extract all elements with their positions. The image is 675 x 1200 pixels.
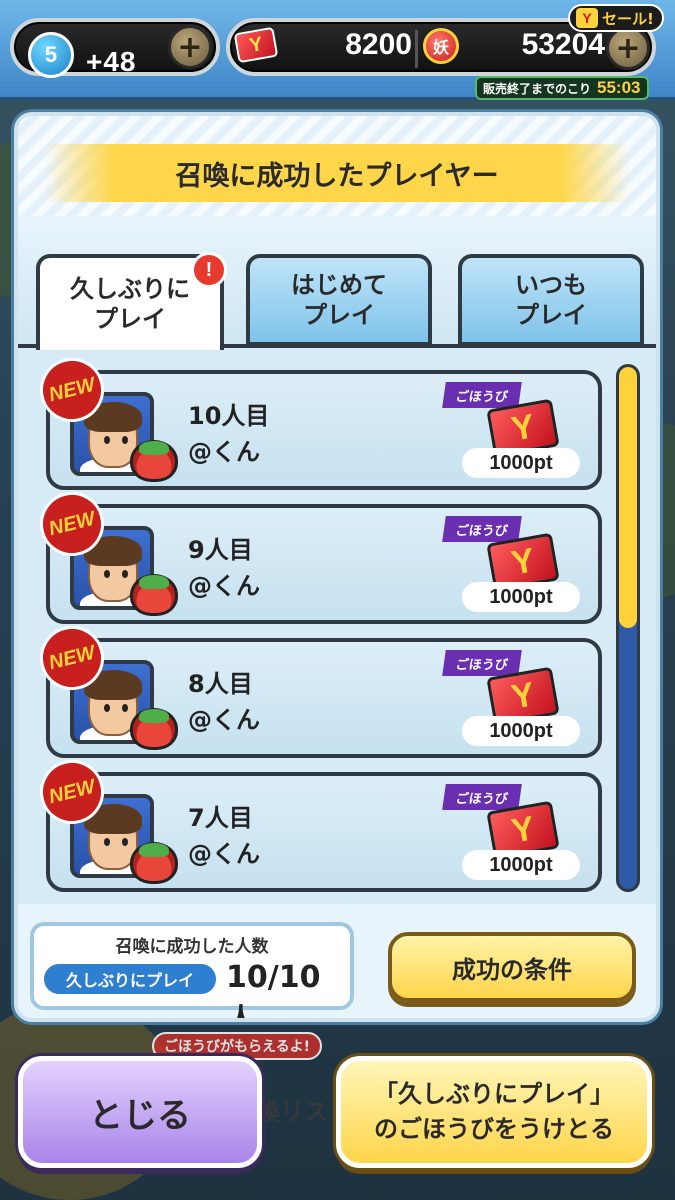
coin-value: 53204 <box>521 28 605 61</box>
tab-first-time-play[interactable]: はじめて プレイ <box>246 254 432 346</box>
level-bonus: +48 <box>86 46 137 77</box>
reward-points: 1000pt <box>462 850 580 880</box>
tab-label: 久しぶりに プレイ <box>70 275 190 333</box>
background-text: 喚リス <box>256 1098 328 1126</box>
reward-label: ごほうび <box>442 784 522 810</box>
monster-icon <box>130 574 178 616</box>
scrollbar-thumb[interactable] <box>619 367 637 628</box>
dialog-title: 召喚に成功したプレイヤー <box>175 160 499 192</box>
player-name: @くん <box>188 438 260 466</box>
sale-timer: 販売終了までのこり 55:03 <box>475 76 649 100</box>
tab-label: はじめて プレイ <box>291 271 387 329</box>
monster-icon <box>130 842 178 884</box>
monster-icon <box>130 440 178 482</box>
count-category: 久しぶりにプレイ <box>44 964 216 994</box>
conditions-button[interactable]: 成功の条件 <box>388 932 636 1002</box>
level-plus-button[interactable]: + <box>168 25 212 69</box>
reward-points: 1000pt <box>462 582 580 612</box>
level-pill: 5 +48 + <box>10 18 220 78</box>
top-status-bar: 5 +48 + Y 8200 妖 53204 + Y セール! 販売終了までのこ… <box>0 0 675 100</box>
close-button[interactable]: とじる <box>18 1056 262 1168</box>
reward-points: 1000pt <box>462 448 580 478</box>
sale-ticket-icon: Y <box>576 8 598 28</box>
sale-timer-label: 販売終了までのこり <box>483 81 592 96</box>
tab-label: いつも プレイ <box>515 271 587 329</box>
ticket-value: 8200 <box>345 28 412 61</box>
player-card[interactable]: NEW 7人目 @くん ごほうび Y 1000pt <box>33 753 602 892</box>
coin-plus-button[interactable]: + <box>606 26 650 70</box>
player-card[interactable]: NEW 8人目 @くん ごほうび Y 1000pt <box>33 619 602 758</box>
reward-label: ごほうび <box>442 516 522 542</box>
player-order: 10人目 <box>188 402 270 430</box>
reward-label: ごほうび <box>442 382 522 408</box>
coin-icon: 妖 <box>423 28 459 64</box>
claim-reward-button[interactable]: 「久しぶりにプレイ」 のごほうびをうけとる <box>336 1056 652 1168</box>
reward-label: ごほうび <box>442 650 522 676</box>
sale-timer-value: 55:03 <box>597 78 641 97</box>
reward-points: 1000pt <box>462 716 580 746</box>
summon-success-dialog: 召喚に成功したプレイヤー 久しぶりに プレイ ! はじめて プレイ いつも プレ… <box>14 112 660 1022</box>
player-order: 8人目 <box>188 670 253 698</box>
title-band: 召喚に成功したプレイヤー <box>44 144 630 202</box>
sale-label: セール! <box>602 9 654 28</box>
sale-badge[interactable]: Y セール! <box>568 4 664 32</box>
monster-icon <box>130 708 178 750</box>
alert-icon: ! <box>191 252 227 288</box>
count-title: 召喚に成功した人数 <box>115 937 269 957</box>
player-card[interactable]: NEW 9人目 @くん ごほうび Y 1000pt <box>33 485 602 624</box>
player-card[interactable]: NEW 10人目 @くん ごほうび Y 1000pt <box>33 351 602 490</box>
player-name: @くん <box>188 706 260 734</box>
dialog-header: 召喚に成功したプレイヤー <box>18 116 656 216</box>
player-order: 7人目 <box>188 804 253 832</box>
player-order: 9人目 <box>188 536 253 564</box>
currency-divider <box>415 30 418 68</box>
level-badge-icon: 5 <box>28 32 74 78</box>
player-name: @くん <box>188 840 260 868</box>
list-scrollbar[interactable] <box>616 364 640 892</box>
summon-count-box: 召喚に成功した人数 久しぶりにプレイ 10/10人 <box>30 922 354 1018</box>
player-list[interactable]: NEW 10人目 @くん ごほうび Y 1000pt NEW 9人目 @くん ご… <box>18 344 656 904</box>
count-value: 10/10人 <box>226 960 321 1022</box>
player-name: @くん <box>188 572 260 600</box>
tab-always-play[interactable]: いつも プレイ <box>458 254 644 346</box>
